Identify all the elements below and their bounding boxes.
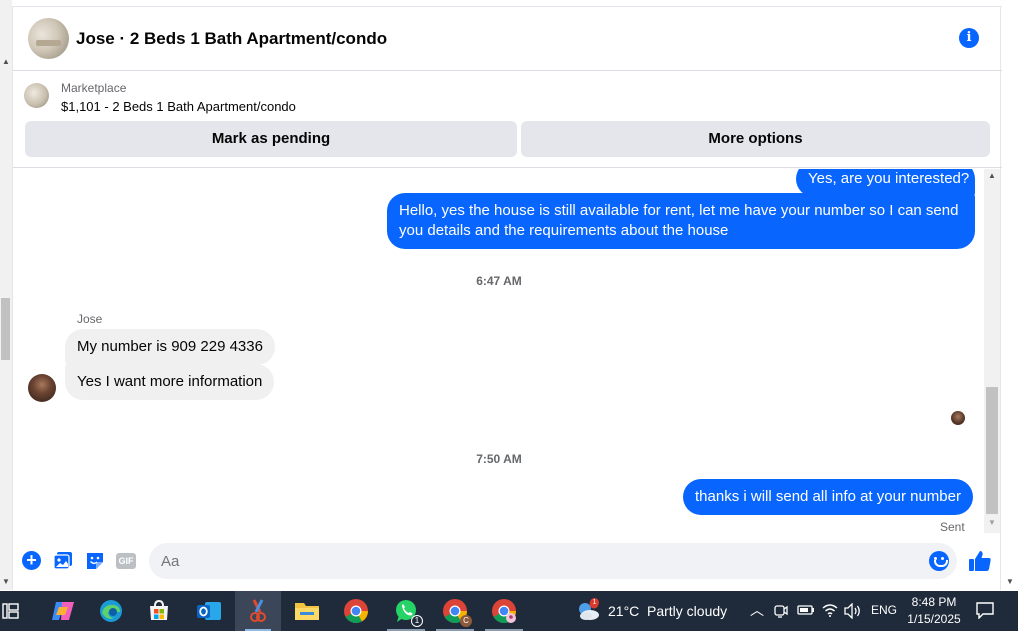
page-scroll-down-arrow-icon[interactable]: ▼ — [0, 576, 12, 588]
whatsapp-notification-badge: 1 — [411, 615, 423, 627]
battery-icon[interactable] — [797, 604, 815, 616]
weather-condition: Partly cloudy — [647, 603, 728, 619]
listing-thumbnail[interactable] — [24, 83, 49, 108]
clock-date[interactable]: 1/15/2025 — [903, 612, 965, 626]
message-status: Sent — [940, 520, 965, 533]
page-scrollbar-left-thumb[interactable] — [1, 298, 10, 360]
language-indicator[interactable]: ENG — [871, 603, 897, 617]
composer: + GIF — [13, 533, 1002, 590]
message-list[interactable]: Yes, are you interested? Hello, yes the … — [13, 169, 1002, 533]
chat-window: Jose · 2 Beds 1 Bath Apartment/condo i M… — [12, 6, 1002, 590]
chat-scroll-down-arrow-icon[interactable]: ▼ — [984, 516, 1000, 530]
copilot-icon[interactable] — [40, 591, 86, 631]
sticker-icon[interactable] — [85, 551, 105, 570]
weather-alert-badge: 1 — [590, 598, 599, 607]
seen-receipt-avatar — [951, 411, 965, 425]
mark-as-pending-button[interactable]: Mark as pending — [25, 121, 517, 157]
info-icon[interactable]: i — [959, 28, 979, 48]
listing-title[interactable]: $1,101 - 2 Beds 1 Bath Apartment/condo — [61, 99, 296, 114]
weather-temperature: 21°C — [608, 603, 640, 619]
screen: ▲ ▼ ▼ Jose · 2 Beds 1 Bath Apartment/con… — [0, 0, 1018, 631]
add-icon[interactable]: + — [22, 551, 41, 570]
file-explorer-icon[interactable] — [284, 591, 330, 631]
sender-name: Jose — [77, 312, 103, 326]
page-scrollbar-right — [1001, 0, 1018, 590]
chrome-profile-avatar-icon[interactable] — [481, 591, 527, 631]
emoji-icon[interactable] — [929, 551, 949, 571]
volume-icon[interactable] — [844, 603, 862, 619]
outgoing-message[interactable]: thanks i will send all info at your numb… — [683, 479, 973, 515]
more-options-button[interactable]: More options — [521, 121, 990, 157]
message-timestamp: 6:47 AM — [476, 274, 522, 288]
chat-scroll-up-arrow-icon[interactable]: ▲ — [984, 169, 1000, 183]
page-scroll-down-arrow-right-icon[interactable]: ▼ — [1004, 576, 1016, 588]
chat-title[interactable]: Jose · 2 Beds 1 Bath Apartment/condo — [76, 29, 387, 49]
chat-header: Jose · 2 Beds 1 Bath Apartment/condo i — [13, 6, 1002, 71]
edge-browser-icon[interactable] — [88, 591, 134, 631]
message-timestamp: 7:50 AM — [476, 452, 522, 466]
meet-now-icon[interactable] — [774, 603, 788, 619]
windows-taskbar: 1 C 1 21°C Partly cloudy ︿ ENG 8:48 PM 1… — [0, 591, 1018, 631]
microsoft-store-icon[interactable] — [136, 591, 182, 631]
show-hidden-icons-chevron-icon[interactable]: ︿ — [750, 600, 764, 620]
outlook-icon[interactable] — [186, 591, 232, 631]
contact-avatar[interactable] — [28, 374, 56, 402]
gif-icon[interactable]: GIF — [116, 553, 136, 569]
weather-widget[interactable]: 1 21°C Partly cloudy — [576, 598, 736, 623]
page-scrollbar-left[interactable] — [0, 0, 12, 590]
task-view-icon[interactable] — [2, 602, 20, 620]
snipping-tool-icon[interactable] — [235, 591, 281, 631]
incoming-message[interactable]: Yes I want more information — [65, 364, 275, 400]
chrome-profile-letter: C — [460, 615, 472, 627]
thumbs-up-icon[interactable] — [968, 549, 992, 573]
wifi-icon[interactable] — [822, 603, 838, 617]
outgoing-message[interactable]: Hello, yes the house is still available … — [387, 193, 975, 249]
chrome-icon[interactable] — [333, 591, 379, 631]
message-input[interactable] — [149, 543, 957, 579]
listing-avatar[interactable] — [28, 18, 69, 59]
listing-source: Marketplace — [61, 81, 127, 95]
page-scroll-up-arrow-icon[interactable]: ▲ — [0, 56, 12, 68]
incoming-message[interactable]: My number is 909 229 4336 — [65, 329, 275, 365]
listing-banner: Marketplace $1,101 - 2 Beds 1 Bath Apart… — [13, 72, 1002, 168]
notifications-icon[interactable] — [976, 601, 994, 619]
photo-icon[interactable] — [53, 551, 73, 570]
chrome-profile-c-icon[interactable]: C — [432, 591, 478, 631]
clock-time[interactable]: 8:48 PM — [908, 595, 960, 609]
chat-scrollbar-thumb[interactable] — [986, 387, 998, 514]
whatsapp-icon[interactable]: 1 — [383, 591, 429, 631]
